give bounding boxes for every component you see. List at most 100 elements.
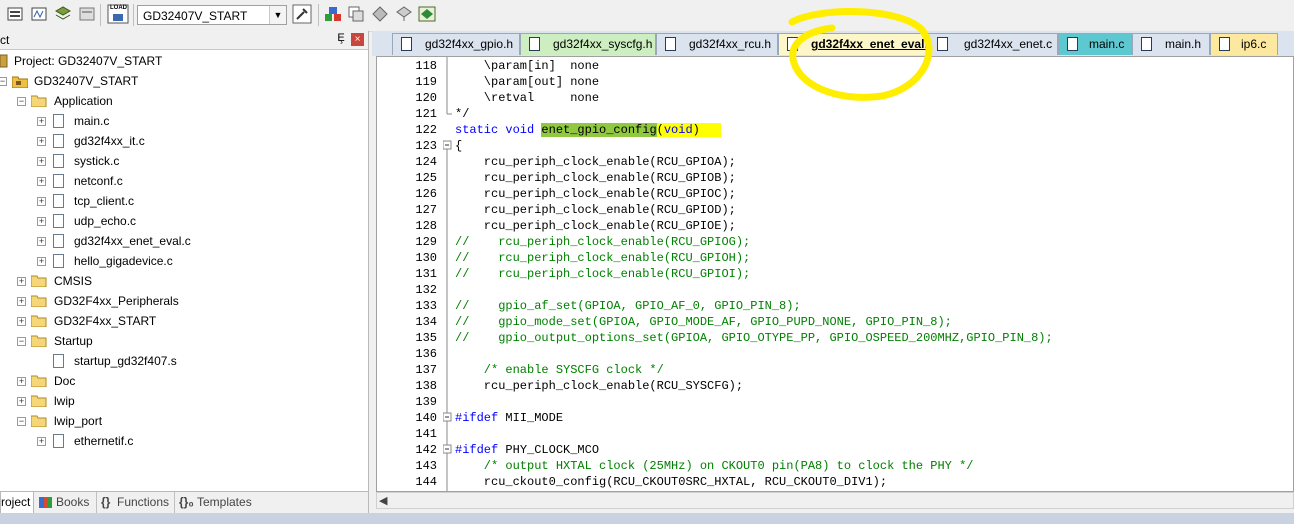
code-text: PHY_CLOCK_MCO [498,443,600,457]
translate-icon[interactable] [6,5,24,23]
templates-icon: {}₀ [179,495,194,509]
tab-gd32f4xx-rcu-h[interactable]: gd32f4xx_rcu.h [656,33,778,55]
file-icon [53,194,64,208]
rebuild-icon[interactable] [54,5,72,23]
code-text: { [455,139,463,153]
tree-group-doc[interactable]: + Doc [0,371,368,391]
expand-icon[interactable]: + [37,197,46,206]
collapse-icon[interactable]: − [17,417,26,426]
expand-icon[interactable]: + [37,117,46,126]
tree-file[interactable]: + tcp_client.c [0,191,368,211]
line-number: 135 [415,331,437,345]
collapse-icon[interactable]: − [0,77,7,86]
tree-label: ethernetif.c [74,434,134,448]
tree-group-lwip[interactable]: + lwip [0,391,368,411]
collapse-icon[interactable]: − [17,97,26,106]
tab-label: gd32f4xx_gpio.h [425,37,514,51]
line-number: 133 [415,299,437,313]
tab-gd32f4xx-syscfg-h[interactable]: gd32f4xx_syscfg.h [520,33,656,55]
preprocessor-directive: #ifdef [455,411,499,425]
line-number: 134 [415,315,437,329]
build-icon[interactable] [30,5,48,23]
expand-icon[interactable]: + [37,157,46,166]
expand-icon[interactable]: + [37,137,46,146]
tree-file[interactable]: startup_gd32f407.s [0,351,368,371]
toolbar-separator [133,4,134,26]
pack-installer-icon[interactable] [395,5,413,23]
tab-ip6-c[interactable]: ip6.c [1210,33,1278,55]
expand-icon[interactable]: + [17,377,26,386]
tab-main-h[interactable]: main.h [1132,33,1210,55]
tab-main-c[interactable]: main.c [1058,33,1132,55]
file-icon [1067,37,1078,51]
tree-file[interactable]: + main.c [0,111,368,131]
tab-gd32f4xx-gpio-h[interactable]: gd32f4xx_gpio.h [392,33,520,55]
tree-file[interactable]: + gd32f4xx_enet_eval.c [0,231,368,251]
tree-file[interactable]: + systick.c [0,151,368,171]
tab-label: Functions [117,495,170,509]
expand-icon[interactable]: + [17,397,26,406]
code-text: rcu_periph_clock_enable(RCU_GPIOC); [455,187,736,201]
load-button[interactable]: LOAD [107,4,129,24]
tree-group-start[interactable]: + GD32F4xx_START [0,311,368,331]
toolbar-separator [318,4,319,26]
horizontal-scrollbar[interactable]: ◀ [376,492,1294,509]
manage-project-icon[interactable] [324,5,342,23]
line-number: 140 [415,411,437,425]
tree-file[interactable]: + netconf.c [0,171,368,191]
file-icon [53,354,64,368]
tree-group-lwip-port[interactable]: − lwip_port [0,411,368,431]
collapse-icon[interactable]: − [17,337,26,346]
tab-templates[interactable]: {}₀ Templates [174,492,257,513]
target-options-icon[interactable] [292,4,312,24]
file-icon [53,234,64,248]
expand-icon[interactable]: + [17,317,26,326]
tree-file[interactable]: + ethernetif.c [0,431,368,451]
expand-icon[interactable]: + [37,177,46,186]
expand-icon[interactable]: + [37,437,46,446]
tree-group-startup[interactable]: − Startup [0,331,368,351]
diamond-icon[interactable] [371,5,389,23]
code-paren: ) [692,123,700,137]
file-icon [937,37,948,51]
tree-group-cmsis[interactable]: + CMSIS [0,271,368,291]
scroll-left-icon[interactable]: ◀ [379,494,387,507]
chevron-down-icon[interactable]: ▼ [269,6,286,24]
preprocessor-directive: #ifdef [455,443,499,457]
batch-build-icon[interactable] [78,5,96,23]
line-number: 142 [415,443,437,457]
expand-icon[interactable]: + [37,217,46,226]
expand-icon[interactable]: + [17,277,26,286]
pin-icon[interactable]: Ȩ [334,32,348,46]
expand-icon[interactable]: + [17,297,26,306]
expand-icon[interactable]: + [37,237,46,246]
tree-file[interactable]: + udp_echo.c [0,211,368,231]
code-comment: // rcu_periph_clock_enable(RCU_GPIOG); [455,235,751,249]
tree-file[interactable]: + hello_gigadevice.c [0,251,368,271]
tree-group-peripherals[interactable]: + GD32F4xx_Peripherals [0,291,368,311]
close-icon[interactable]: × [351,33,364,46]
tree-label: gd32f4xx_enet_eval.c [74,234,191,248]
tree-group-application[interactable]: − Application [0,91,368,111]
tree-file[interactable]: + gd32f4xx_it.c [0,131,368,151]
books-icon [39,497,52,508]
tab-books[interactable]: Books [36,492,92,513]
file-icon [53,134,64,148]
line-number: 129 [415,235,437,249]
tab-project[interactable]: roject [0,492,34,514]
run-environment-icon[interactable] [418,5,436,23]
line-number: 132 [415,283,437,297]
code-editor[interactable]: 118 \param[in] none 119 \param[out] none… [376,56,1294,492]
file-extensions-icon[interactable] [347,5,365,23]
expand-icon[interactable]: + [37,257,46,266]
code-text: \retval none [455,91,600,105]
file-icon [53,254,64,268]
tab-gd32f4xx-enet-c[interactable]: gd32f4xx_enet.c [928,33,1058,55]
file-icon [665,37,676,51]
target-select[interactable]: GD32407V_START ▼ [137,5,287,25]
tree-project-root[interactable]: Project: GD32407V_START [0,51,368,71]
code-line[interactable]: 122 static void enet_gpio_config(void) [377,122,1293,138]
tree-target[interactable]: − GD32407V_START [0,71,368,91]
tab-functions[interactable]: {} Functions [96,492,171,513]
code-text: MII_MODE [498,411,564,425]
